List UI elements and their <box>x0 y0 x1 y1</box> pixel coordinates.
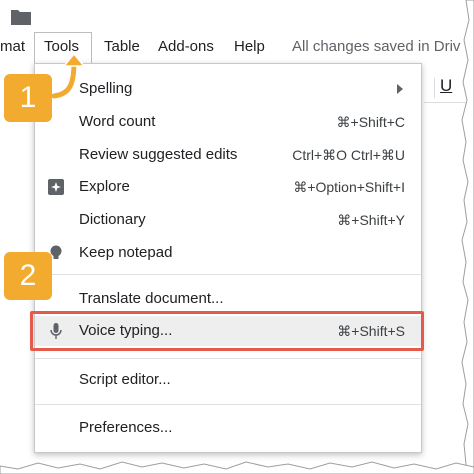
menu-item-label: Translate document... <box>79 290 224 307</box>
menu-item-label: Explore <box>79 178 130 195</box>
menu-divider <box>35 274 421 275</box>
torn-edge-bottom <box>0 461 474 474</box>
save-status: All changes saved in Driv <box>292 38 461 55</box>
menu-divider <box>35 358 421 359</box>
menu-item-translate-document[interactable]: Translate document... <box>35 284 421 314</box>
menu-item-spelling[interactable]: Spelling <box>35 74 421 104</box>
menu-item-label: Preferences... <box>79 419 173 436</box>
menu-item-shortcut: Ctrl+⌘O Ctrl+⌘U <box>292 147 405 163</box>
menu-format[interactable]: mat <box>0 38 25 55</box>
menu-item-shortcut: ⌘+Shift+Y <box>337 212 405 228</box>
menu-item-explore[interactable]: Explore ⌘+Option+Shift+I <box>35 172 421 202</box>
toolbar-separator <box>434 78 435 98</box>
menu-item-label: Dictionary <box>79 211 146 228</box>
menu-item-word-count[interactable]: Word count ⌘+Shift+C <box>35 107 421 137</box>
menu-item-dictionary[interactable]: Dictionary ⌘+Shift+Y <box>35 205 421 235</box>
menu-item-preferences[interactable]: Preferences... <box>35 413 421 443</box>
folder-icon[interactable] <box>10 8 32 26</box>
callout-arrow-icon <box>51 52 86 99</box>
menu-item-label: Script editor... <box>79 371 171 388</box>
menu-item-label: Word count <box>79 113 156 130</box>
torn-edge-right <box>461 0 474 474</box>
menu-item-label: Keep notepad <box>79 244 173 261</box>
underline-button[interactable]: U <box>440 76 452 96</box>
menu-item-shortcut: ⌘+Shift+C <box>336 114 405 130</box>
menu-item-script-editor[interactable]: Script editor... <box>35 365 421 395</box>
menu-item-review-suggested-edits[interactable]: Review suggested edits Ctrl+⌘O Ctrl+⌘U <box>35 140 421 170</box>
explore-icon <box>48 179 64 195</box>
menu-add-ons[interactable]: Add-ons <box>158 38 214 55</box>
menu-divider <box>35 404 421 405</box>
submenu-arrow-icon <box>397 84 403 94</box>
voice-typing-highlight-box <box>30 311 424 351</box>
menu-help[interactable]: Help <box>234 38 265 55</box>
menu-item-shortcut: ⌘+Option+Shift+I <box>293 179 405 195</box>
menu-table[interactable]: Table <box>104 38 140 55</box>
screenshot-frame: mat Table Add-ons Help All changes saved… <box>0 0 474 474</box>
menu-item-keep-notepad[interactable]: Keep notepad <box>35 238 421 268</box>
tools-dropdown-menu: Spelling Word count ⌘+Shift+C Review sug… <box>34 63 422 453</box>
menu-item-label: Review suggested edits <box>79 146 238 163</box>
callout-badge-2: 2 <box>4 252 52 300</box>
